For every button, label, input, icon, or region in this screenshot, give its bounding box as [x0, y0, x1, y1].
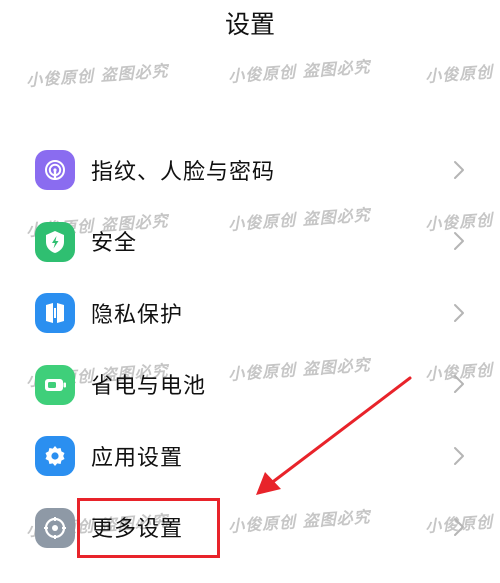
settings-item-label: 指纹、人脸与密码	[91, 159, 276, 185]
settings-screen: 设置 小俊原创 盗图必究 小俊原创 盗图必究 小俊原创 盗图必究 小俊原创 盗图…	[0, 0, 500, 583]
chevron-right-icon	[452, 230, 466, 252]
battery-icon	[35, 364, 75, 405]
chevron-right-icon	[452, 445, 466, 467]
chevron-right-icon	[452, 302, 466, 324]
watermark: 小俊原创 盗图必究	[424, 57, 500, 86]
settings-item-fingerprint-face-password[interactable]: 指纹、人脸与密码	[0, 134, 500, 206]
settings-item-label: 隐私保护	[91, 302, 184, 328]
privacy-icon	[35, 293, 75, 333]
settings-item-app-settings[interactable]: 应用设置	[0, 420, 500, 492]
settings-list: 指纹、人脸与密码 安全 隐私保护 省电与电池 应用设置 更多设置	[0, 134, 500, 563]
chevron-right-icon	[452, 159, 466, 181]
more-settings-icon	[35, 507, 75, 548]
fingerprint-icon	[35, 150, 75, 190]
settings-item-more-settings[interactable]: 更多设置	[0, 492, 500, 564]
settings-item-label: 应用设置	[91, 445, 184, 471]
settings-item-battery[interactable]: 省电与电池	[0, 349, 500, 421]
watermark: 小俊原创 盗图必究	[25, 61, 170, 90]
settings-item-privacy[interactable]: 隐私保护	[0, 277, 500, 349]
shield-icon	[35, 221, 75, 262]
settings-item-label: 安全	[91, 231, 138, 257]
chevron-right-icon	[452, 373, 466, 395]
settings-item-security[interactable]: 安全	[0, 206, 500, 278]
watermark: 小俊原创 盗图必究	[227, 57, 372, 86]
chevron-right-icon	[452, 516, 466, 538]
gear-icon	[35, 436, 75, 476]
settings-item-label: 省电与电池	[91, 374, 207, 400]
settings-item-label: 更多设置	[91, 517, 184, 543]
page-title: 设置	[224, 10, 275, 39]
